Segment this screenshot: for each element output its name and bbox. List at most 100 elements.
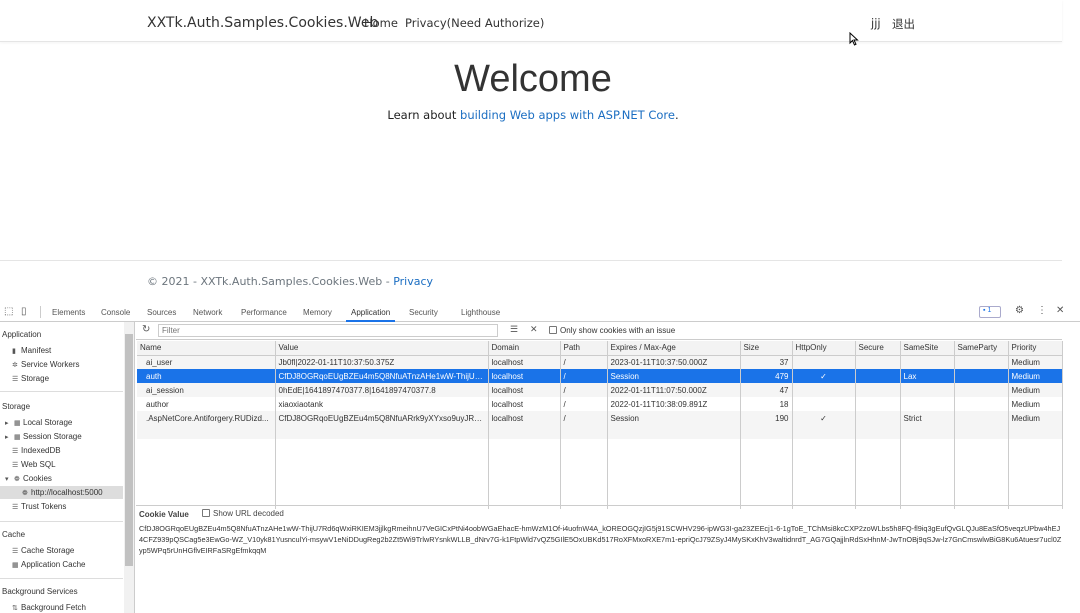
tab-lighthouse[interactable]: Lighthouse bbox=[461, 308, 500, 317]
tab-performance[interactable]: Performance bbox=[241, 308, 287, 317]
cell-value: xiaoxiaotank bbox=[275, 397, 489, 411]
column-header[interactable]: Value bbox=[275, 341, 489, 356]
user-name[interactable]: jjj bbox=[871, 16, 881, 30]
table-header: Name Value Domain Path Expires / Max-Age Size… bbox=[137, 341, 1063, 356]
clear-filtered-icon[interactable]: ☰ bbox=[510, 324, 518, 335]
column-header[interactable]: SameSite bbox=[900, 341, 955, 356]
tab-console[interactable]: Console bbox=[101, 308, 130, 317]
issues-badge[interactable]: ▪ 1 bbox=[979, 306, 1001, 318]
cell-secure bbox=[855, 355, 901, 369]
inspect-element-icon[interactable]: ⬚ bbox=[4, 306, 13, 317]
navbar: XXTk.Auth.Samples.Cookies.Web Home Priva… bbox=[0, 0, 1062, 42]
column-header[interactable]: Priority bbox=[1008, 341, 1063, 356]
sidebar-item-storage[interactable]: ☰ Storage bbox=[12, 374, 49, 383]
cell-httponly bbox=[792, 397, 856, 411]
sidebar-item-service-workers[interactable]: ✲ Service Workers bbox=[12, 360, 80, 369]
tab-network[interactable]: Network bbox=[193, 308, 222, 317]
label: Storage bbox=[21, 374, 50, 383]
devtools-panel: ⬚ ▯ Elements Console Sources Network Per… bbox=[0, 300, 1080, 613]
tab-elements[interactable]: Elements bbox=[52, 308, 85, 317]
tab-application[interactable]: Application bbox=[345, 308, 396, 322]
expand-arrow-icon[interactable]: ▸ bbox=[5, 433, 14, 441]
column-header[interactable]: SameParty bbox=[954, 341, 1009, 356]
divider bbox=[0, 391, 123, 392]
cookies-toolbar: ↻ ☰ ✕ Only show cookies with an issue bbox=[136, 322, 1062, 340]
cell-priority: Medium bbox=[1008, 355, 1063, 369]
cell-expires-max-age: 2023-01-11T10:37:50.000Z bbox=[607, 355, 741, 369]
tab-sources[interactable]: Sources bbox=[147, 308, 176, 317]
sidebar-scrollbar[interactable] bbox=[124, 322, 134, 613]
show-url-decoded-checkbox[interactable]: Show URL decoded bbox=[202, 509, 284, 518]
tab-security[interactable]: Security bbox=[409, 308, 438, 317]
column-header[interactable]: Size bbox=[740, 341, 793, 356]
cookie-row[interactable]: author xiaoxiaotank localhost/2022-01-11T1… bbox=[137, 397, 1063, 411]
sidebar-item-trust-tokens[interactable]: ☰ Trust Tokens bbox=[12, 502, 66, 511]
cookie-row[interactable]: ai_user Jb0fl|2022-01-11T10:37:50.375Z loc… bbox=[137, 355, 1063, 369]
sidebar-item-local-storage[interactable]: ▸ ▦ Local Storage bbox=[5, 418, 72, 427]
database-icon: ☰ bbox=[12, 548, 19, 555]
only-issues-label: Only show cookies with an issue bbox=[560, 326, 676, 335]
delete-icon[interactable]: ✕ bbox=[530, 324, 538, 335]
cookie-icon: ❁ bbox=[22, 490, 28, 497]
cookie-row[interactable]: .AspNetCore.Antiforgery.RUDizd... CfDJ8OG… bbox=[137, 411, 1063, 425]
arrows-icon: ⇅ bbox=[12, 605, 18, 612]
sidebar-item-indexeddb[interactable]: ☰ IndexedDB bbox=[12, 446, 61, 455]
column-header[interactable]: Secure bbox=[855, 341, 901, 356]
section-application: Application bbox=[2, 330, 42, 339]
column-header[interactable]: HttpOnly bbox=[792, 341, 856, 356]
cell-priority: Medium bbox=[1008, 411, 1063, 425]
expand-arrow-icon[interactable]: ▸ bbox=[5, 419, 14, 427]
collapse-arrow-icon[interactable]: ▾ bbox=[5, 475, 14, 483]
web-page: XXTk.Auth.Samples.Cookies.Web Home Priva… bbox=[0, 0, 1062, 300]
nav-privacy[interactable]: Privacy(Need Authorize) bbox=[405, 16, 544, 30]
column-header[interactable]: Domain bbox=[488, 341, 561, 356]
cell-secure bbox=[855, 411, 901, 425]
column-header[interactable]: Path bbox=[560, 341, 608, 356]
cell-httponly: ✓ bbox=[792, 369, 856, 383]
sidebar-item-cache-storage[interactable]: ☰ Cache Storage bbox=[12, 546, 74, 555]
sidebar-item-web-sql[interactable]: ☰ Web SQL bbox=[12, 460, 56, 469]
database-icon: ☰ bbox=[12, 376, 19, 383]
close-icon[interactable]: ✕ bbox=[1056, 305, 1064, 316]
only-issues-checkbox[interactable]: Only show cookies with an issue bbox=[549, 326, 675, 335]
filter-input[interactable] bbox=[158, 324, 498, 337]
footer-privacy-link[interactable]: Privacy bbox=[393, 275, 433, 288]
column-header[interactable]: Name bbox=[137, 341, 276, 356]
cookie-value-text[interactable]: CfDJ8OGRqoEUgBZEu4m5Q8NfuATnzAHe1wW-Thij… bbox=[139, 523, 1062, 559]
cell-sameparty bbox=[954, 383, 1009, 397]
sidebar-item-localhost-cookies[interactable]: ❁ http://localhost:5000 bbox=[22, 488, 103, 497]
cell-value: 0hEdE|1641897470377.8|1641897470377.8 bbox=[275, 383, 489, 397]
page-title: Welcome bbox=[454, 58, 612, 100]
refresh-icon[interactable]: ↻ bbox=[142, 324, 150, 335]
sidebar-item-cookies[interactable]: ▾ ❁ Cookies bbox=[5, 474, 52, 483]
label: Application Cache bbox=[21, 560, 86, 569]
cookie-row[interactable]: ai_session 0hEdE|1641897470377.8|16418974… bbox=[137, 383, 1063, 397]
application-sidebar: Application ▮ Manifest ✲ Service Workers ☰… bbox=[0, 322, 135, 613]
logout-link[interactable]: 退出 bbox=[892, 16, 915, 32]
tab-memory[interactable]: Memory bbox=[303, 308, 332, 317]
learn-suffix: . bbox=[674, 108, 679, 122]
cell-size: 479 bbox=[740, 369, 793, 383]
brand-link[interactable]: XXTk.Auth.Samples.Cookies.Web bbox=[147, 15, 378, 31]
cell-samesite bbox=[900, 355, 955, 369]
label: IndexedDB bbox=[21, 446, 61, 455]
label: http://localhost:5000 bbox=[31, 488, 103, 497]
sidebar-item-manifest[interactable]: ▮ Manifest bbox=[12, 346, 51, 355]
cell-samesite bbox=[900, 383, 955, 397]
device-toolbar-icon[interactable]: ▯ bbox=[21, 306, 27, 317]
more-icon[interactable]: ⋮ bbox=[1037, 305, 1047, 316]
cell-sameparty bbox=[954, 369, 1009, 383]
section-cache: Cache bbox=[2, 530, 26, 539]
gear-icon[interactable]: ⚙ bbox=[1015, 305, 1024, 316]
cell-path: / bbox=[560, 355, 608, 369]
sidebar-item-session-storage[interactable]: ▸ ▦ Session Storage bbox=[5, 432, 82, 441]
learn-link[interactable]: building Web apps with ASP.NET Core bbox=[460, 108, 675, 122]
column-header[interactable]: Expires / Max-Age bbox=[607, 341, 741, 356]
nav-home[interactable]: Home bbox=[364, 16, 398, 30]
cell-samesite bbox=[900, 397, 955, 411]
sidebar-item-application-cache[interactable]: ▦ Application Cache bbox=[12, 560, 85, 569]
label: Cookies bbox=[23, 474, 52, 483]
sidebar-item-background-fetch[interactable]: ⇅ Background Fetch bbox=[12, 603, 86, 612]
cookie-icon: ❁ bbox=[14, 476, 20, 483]
cookie-row[interactable]: auth CfDJ8OGRqoEUgBZEu4m5Q8NfuATnzAHe1wW-… bbox=[137, 369, 1063, 383]
